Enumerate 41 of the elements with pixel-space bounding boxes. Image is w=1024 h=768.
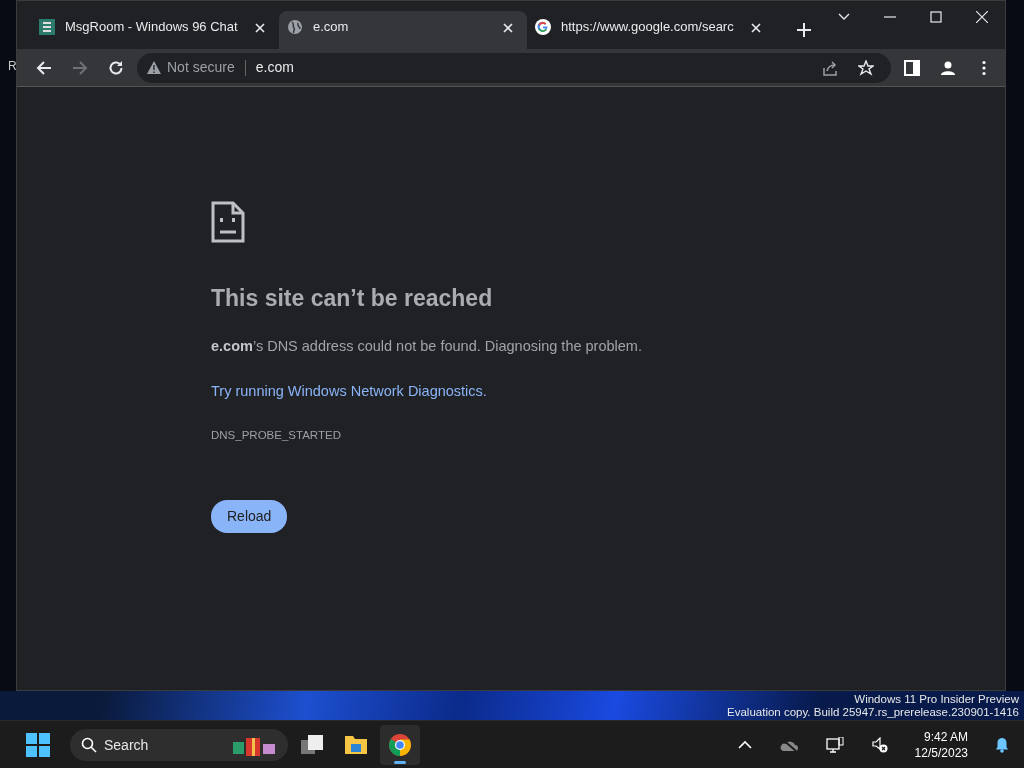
diagnostics-link[interactable]: Try running Windows Network Diagnostics. — [211, 381, 487, 403]
close-icon — [976, 11, 988, 23]
monitor-icon — [825, 736, 844, 753]
clock[interactable]: 9:42 AM 12/5/2023 — [908, 727, 974, 762]
search-field[interactable]: Search — [70, 728, 288, 761]
reload-button[interactable]: Reload — [211, 500, 288, 534]
close-icon — [255, 22, 265, 33]
address-bar[interactable]: Not secure e.com — [137, 52, 891, 83]
sad-page-icon — [211, 201, 245, 243]
windows-logo-icon — [26, 732, 50, 757]
url-text: e.com — [255, 58, 294, 77]
clock-date: 12/5/2023 — [914, 744, 968, 761]
close-icon — [751, 22, 761, 33]
security-label[interactable]: Not secure — [167, 57, 235, 78]
desktop-text: R — [8, 58, 16, 75]
globe-icon — [287, 19, 303, 35]
person-icon — [940, 59, 956, 76]
star-icon — [858, 59, 874, 76]
browser-tab[interactable]: https://www.google.com/searc — [527, 11, 775, 49]
app-icon — [39, 19, 55, 35]
task-view-icon — [300, 732, 324, 757]
clock-time: 9:42 AM — [922, 728, 968, 745]
close-icon — [503, 22, 513, 33]
side-panel-icon — [904, 59, 920, 76]
maximize-icon — [930, 11, 942, 23]
chrome-icon — [388, 732, 412, 757]
watermark-text: Evaluation copy. Build 25947.rs_prerelease.230901-1416 — [727, 706, 1019, 719]
error-heading: This site can’t be reached — [211, 284, 494, 313]
browser-tab[interactable]: MsgRoom - Windows 96 Chat — [31, 11, 279, 49]
bell-icon — [995, 736, 1009, 753]
search-icon — [81, 736, 97, 753]
google-icon — [535, 19, 551, 35]
browser-tab[interactable]: e.com — [279, 11, 527, 49]
speaker-muted-icon — [871, 736, 888, 753]
watermark-text: Windows 11 Pro Insider Preview — [853, 693, 1019, 706]
warning-icon — [147, 61, 161, 74]
share-icon — [822, 59, 838, 76]
error-code: DNS_PROBE_STARTED — [211, 428, 342, 443]
error-message: e.com’s DNS address could not be found. Diagnosing the problem. — [211, 336, 643, 356]
taskbar-app[interactable] — [380, 724, 420, 765]
plus-icon — [797, 23, 811, 38]
